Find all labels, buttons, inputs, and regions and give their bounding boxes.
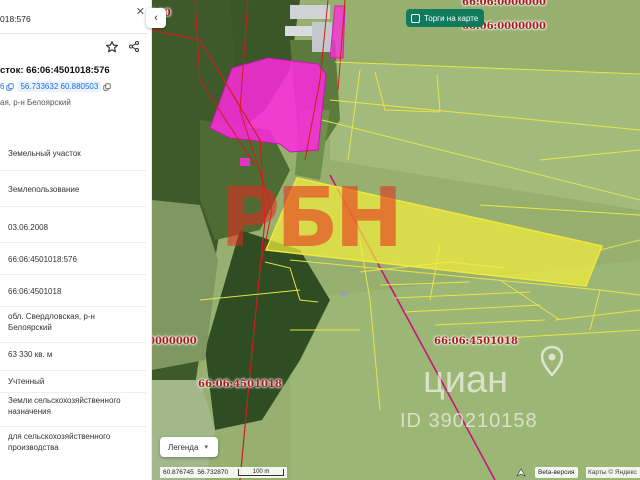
close-icon[interactable]: ✕ [136,5,145,19]
copy-coordinates-icon[interactable] [103,82,111,91]
building [290,5,330,19]
detail-row-address: обл. Свердловская, р-н Белоярский [0,307,146,343]
auctions-toggle[interactable]: Торги на карте [406,9,485,27]
watermark-logo: РБН [220,171,403,266]
parcel-title: сток: 66:06:4501018:576 [0,65,110,76]
search-field[interactable]: 018:576 [0,6,146,32]
legend-label: Легенда [168,442,199,452]
detail-value: 63 330 кв. м [8,350,53,359]
detail-value: 03.06.2008 [8,223,49,232]
chevron-down-icon: ▾ [204,444,208,451]
detail-value: для сельскохозяйственного производства [8,432,111,452]
zone-parcel[interactable] [240,158,250,166]
detail-row-quarter: 66:06:4501018 [0,275,146,307]
parcel-info-panel: 018:576 ✕ сток: 66:06:4501018:576 6 56.7… [0,0,152,480]
map-copyright[interactable]: Карты © Яндекс [586,467,640,478]
cadastral-label: 0000000 [152,336,197,347]
chevron-left-icon: ‹ [154,12,158,24]
copy-icon[interactable] [6,82,15,91]
detail-value: 66:06:4501018:576 [8,255,77,264]
watermark-logo: циан [423,359,509,401]
app-root: 018:576 ✕ сток: 66:06:4501018:576 6 56.7… [0,0,640,480]
cursor-lon: 60.876745 [163,469,194,476]
detail-row-area: 63 330 кв. м [0,343,146,371]
map-coordinates-bar: 60.876745 56.732870 100 m [160,467,288,478]
detail-row-date: 03.06.2008 [0,207,146,243]
detail-row-category: Землепользование [0,171,146,207]
detail-value: обл. Свердловская, р-н Белоярский [8,312,95,332]
detail-row-land-category: Земли сельскохозяйственного назначения [0,393,146,427]
cian-pin-icon [541,346,563,376]
auctions-toggle-label: Торги на карте [424,13,479,23]
geolocation-icon[interactable] [515,467,527,478]
cadastral-label: 66:06:4501018 [434,336,518,347]
detail-value: Земли сельскохозяйственного назначения [8,396,121,416]
share-icon[interactable] [128,40,140,53]
divider [0,33,148,34]
coordinates-row: 6 56.733632 60.880503 [0,80,114,93]
legend-button[interactable]: Легенда ▾ [160,437,218,457]
checkbox-icon[interactable] [411,13,420,23]
detail-value: 66:06:4501018 [8,287,62,296]
detail-value: Землепользование [8,185,80,194]
coordinates-chip[interactable]: 56.733632 60.880503 [17,81,102,92]
detail-row-type: Земельный участок [0,133,146,171]
detail-row-cadastral-number: 66:06:4501018:576 [0,243,146,275]
cursor-lat: 56.732870 [197,469,229,476]
cadastral-label: 66:06:0000000 [462,0,546,8]
detail-row-status: Учтенный [0,371,146,393]
cadastral-label: 66:06:4501018 [198,379,282,390]
map-scale: 100 m [238,469,285,476]
beta-badge[interactable]: Beta-версия [535,467,578,478]
building [285,26,315,36]
cadastral-link[interactable]: 6 [0,82,4,91]
parcel-address: ая, р-н Белоярский [0,98,71,107]
search-query[interactable]: 018:576 [0,14,31,24]
collapse-panel-button[interactable]: ‹ [146,8,166,28]
map-canvas[interactable]: 000 66:06:0000000 66:06:0000000 0000000 … [152,0,640,480]
watermark-id: ID 390210158 [400,410,538,432]
building [312,22,332,52]
detail-value: Учтенный [8,377,45,386]
detail-row-permitted-use: для сельскохозяйственного производства [0,427,146,461]
detail-value: Земельный участок [8,149,81,158]
favorite-star-icon[interactable] [105,40,119,54]
